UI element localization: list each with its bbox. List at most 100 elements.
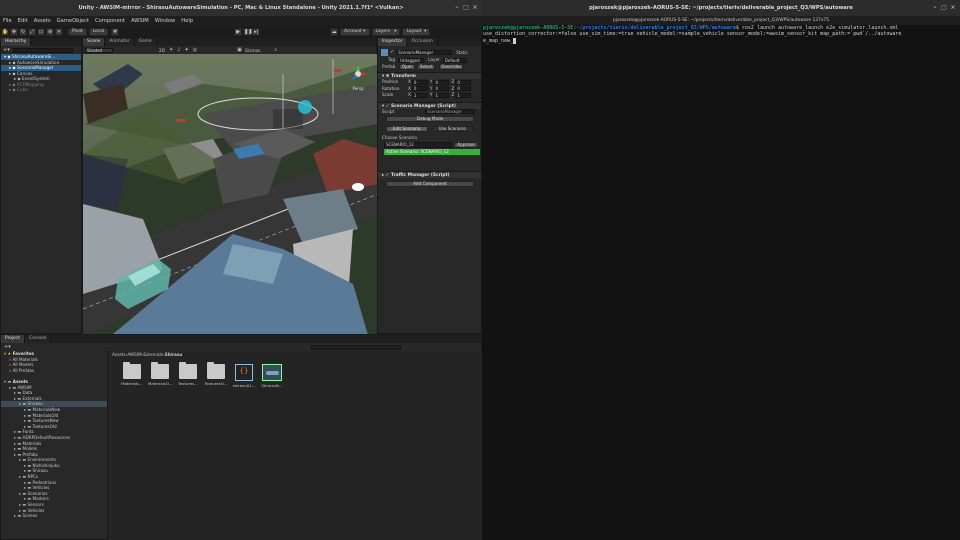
asset-item[interactable]: MaterialsO... (148, 362, 172, 386)
step-icon[interactable]: ▸| (252, 27, 261, 36)
static-toggle[interactable]: Static (456, 50, 467, 55)
add-component-button[interactable]: Add Component (386, 180, 474, 187)
project-search-input[interactable] (310, 344, 401, 350)
prefab-open-button[interactable]: Open (399, 63, 416, 70)
account-dropdown[interactable]: Account ▾ (340, 27, 370, 36)
tab-project[interactable]: Project (1, 335, 26, 343)
menu-edit[interactable]: Edit (15, 16, 31, 26)
tab-hierarchy[interactable]: Hierarchy (1, 38, 32, 46)
terminal-close-icon[interactable]: × (950, 5, 956, 11)
transform-x-field[interactable]: 0 (411, 79, 428, 85)
breadcrumb-item[interactable]: Shirasu (165, 352, 183, 357)
script-field[interactable]: ScenarioManager (425, 109, 476, 115)
prefab-select-button[interactable]: Select (417, 63, 436, 70)
gizmos-dropdown[interactable]: Gizmos (245, 48, 260, 53)
pivot-button[interactable]: Pivot (68, 27, 87, 36)
tab-game[interactable]: Game (134, 38, 157, 46)
transform-z-field[interactable]: 0 (455, 86, 472, 92)
scene-search-icon[interactable]: ⌕ (274, 47, 277, 53)
transform-y-field[interactable]: 0 (433, 86, 450, 92)
transform-z-field[interactable]: 1 (455, 92, 472, 98)
terminal-output[interactable]: pjaroszek@pjaroszek-AORUS-5-SE:~/project… (482, 25, 960, 540)
asset-item[interactable]: {} shirasu01... (232, 364, 256, 388)
hierarchy-item[interactable]: ▸ ◆ Cube (1, 87, 81, 93)
asset-item[interactable]: Textures... (176, 362, 200, 386)
pause-icon[interactable]: ❚❚ (243, 27, 253, 36)
scene-gizmo[interactable]: Persp (348, 64, 368, 91)
lighting-icon[interactable]: ☀ (169, 47, 173, 53)
project-add-icon[interactable]: +▾ (4, 344, 11, 350)
menu-help[interactable]: Help (178, 16, 196, 26)
terminal-tab[interactable]: pjaroszek@pjaroszek-AORUS-5-SE: ~/projec… (482, 16, 960, 25)
project-tree-label: Scenarios (27, 490, 48, 496)
add-icon[interactable]: +▾ (3, 47, 10, 53)
traffic-manager-header[interactable]: ▸ ✓ Traffic Manager (Script) (378, 170, 481, 178)
terminal-maximize-icon[interactable]: □ (941, 5, 947, 11)
custom-tool-icon[interactable]: ✕ (55, 27, 63, 36)
close-icon[interactable]: × (472, 5, 478, 11)
scenario-manager-header[interactable]: ▾ ✓ Scenario Manager (Script) (378, 101, 481, 109)
active-checkbox[interactable]: ✓ (390, 49, 394, 55)
breadcrumb-item[interactable]: Assets (112, 352, 126, 357)
menu-component[interactable]: Component (92, 16, 128, 26)
rotate-tool-icon[interactable]: ↻ (19, 27, 27, 36)
tag-dropdown[interactable]: Untagged (398, 57, 425, 63)
folder-icon (123, 362, 141, 379)
camera-icon[interactable]: ▣ (237, 47, 242, 53)
transform-y-field[interactable]: 0 (433, 79, 450, 85)
play-icon[interactable]: ▶ (234, 27, 243, 36)
cloud-icon[interactable]: ☁ (330, 27, 339, 36)
local-button[interactable]: Local (88, 27, 109, 36)
transform-z-field[interactable]: 0 (455, 79, 472, 85)
use-scenario-button[interactable]: Use Scenario (431, 126, 473, 132)
effects-icon[interactable]: ✦ (185, 47, 189, 53)
2d-toggle[interactable]: 2D (159, 48, 165, 53)
layout-dropdown[interactable]: Layout ▾ (402, 27, 431, 36)
hierarchy-search-input[interactable] (12, 47, 73, 53)
project-tree-item[interactable]: ▸ ▬ Scenes (1, 513, 107, 519)
move-tool-icon[interactable]: ✥ (10, 27, 18, 36)
transform-tool-icon[interactable]: ⊕ (46, 27, 54, 36)
project-tree-label: Materials (22, 440, 42, 446)
debug-mode-button[interactable]: Debug Mode (386, 116, 474, 122)
shading-mode-dropdown[interactable]: Shaded (85, 47, 113, 53)
audio-icon[interactable]: ♪ (177, 47, 180, 53)
edit-scenario-button[interactable]: Edit Scenario (386, 126, 428, 132)
approve-button[interactable]: Approve (454, 141, 478, 148)
menu-awsim[interactable]: AWSIM (128, 16, 152, 26)
hidden-objects-icon[interactable]: ◎ (193, 47, 197, 53)
menu-gameobject[interactable]: GameObject (54, 16, 92, 26)
maximize-icon[interactable]: □ (463, 5, 469, 11)
tab-console[interactable]: Console (25, 335, 52, 343)
tab-inspector[interactable]: Inspector (378, 38, 408, 46)
folder-icon: ▸ ▬ (19, 457, 28, 463)
tab-occlusion[interactable]: Occlusion (407, 38, 438, 46)
transform-x-field[interactable]: 1 (411, 92, 428, 98)
menu-window[interactable]: Window (152, 16, 178, 26)
asset-item[interactable]: TexturesO... (204, 362, 228, 386)
breadcrumb-item[interactable]: AWSIM (127, 352, 141, 357)
scenario-dropdown[interactable]: SCENARIO_12 (384, 141, 452, 148)
tab-animator[interactable]: Animator (105, 38, 135, 46)
asset-row: Materials... MaterialsO... Textures... Text… (108, 358, 483, 388)
transform-x-field[interactable]: 0 (411, 86, 428, 92)
scene-viewport[interactable]: Persp (83, 54, 378, 335)
prefab-overrides-dropdown[interactable]: Overrides (439, 63, 464, 70)
transform-y-field[interactable]: 1 (433, 92, 450, 98)
layers-dropdown[interactable]: Layers ▾ (371, 27, 401, 36)
breadcrumb-item[interactable]: Externals (143, 352, 163, 357)
hand-tool-icon[interactable]: ✋ (1, 27, 9, 36)
asset-item[interactable]: Materials... (120, 362, 144, 386)
minimize-icon[interactable]: – (454, 5, 460, 11)
asset-item[interactable]: ShirasuN... (260, 364, 284, 388)
scale-tool-icon[interactable]: ⤢ (28, 27, 36, 36)
rect-tool-icon[interactable]: ▭ (37, 27, 45, 36)
object-name-field[interactable]: ScenarioManager (396, 49, 453, 55)
menu-file[interactable]: File (0, 16, 15, 26)
tab-scene[interactable]: Scene (83, 38, 106, 46)
layer-dropdown[interactable]: Default (442, 57, 467, 63)
terminal-minimize-icon[interactable]: – (932, 5, 938, 11)
grid-snap-icon[interactable]: # (111, 27, 120, 36)
menu-assets[interactable]: Assets (31, 16, 54, 26)
transform-header[interactable]: ▾ ⊕ Transform (378, 72, 481, 79)
